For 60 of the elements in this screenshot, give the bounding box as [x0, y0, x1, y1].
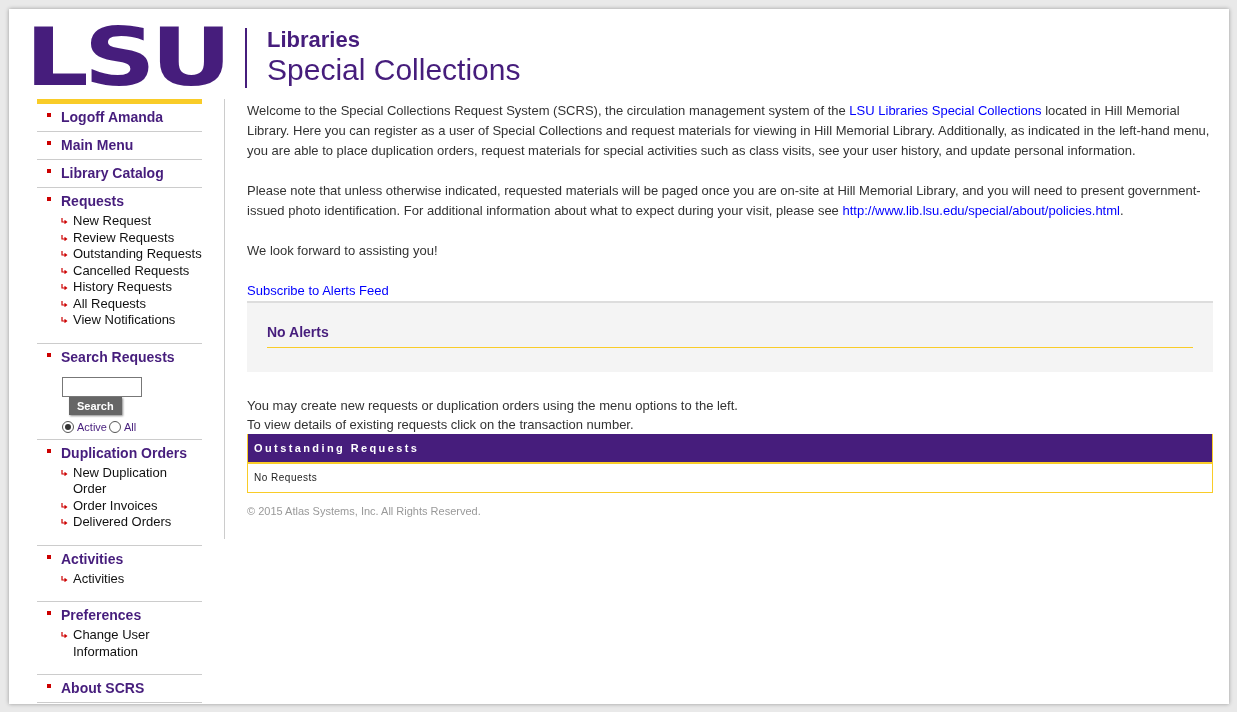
menu-heading[interactable]: Main Menu — [61, 137, 134, 153]
menu-item[interactable]: All Requests — [73, 295, 146, 312]
table-cell-text: No Requests — [253, 471, 319, 485]
menu-item[interactable]: Outstanding Requests — [73, 246, 202, 263]
alerts-heading: No Alerts — [267, 323, 1193, 348]
paragraph: Welcome to the Special Collections Request System (SCRS), the circulation management system of the LSU Libraries Special Collections located in Hill Memorial Library. Here you can register as a user of Special Collections and request materials for viewing in Hill Memorial Library. Additionally, as indicated in the left-hand menu, you are able to place duplication orders, request materials for special activities such as class visits, see your user history, and update personal information. — [247, 102, 1211, 160]
info-text: You may create new requests or duplication orders using the menu options to the left. — [247, 397, 739, 415]
arrow-icon — [61, 317, 68, 324]
subscribe-link[interactable]: Subscribe to Alerts Feed — [247, 281, 389, 301]
menu-item[interactable]: Activities — [73, 570, 125, 587]
site-subtitle: Libraries — [267, 28, 361, 52]
bullet-icon — [47, 169, 51, 173]
menu-heading[interactable]: Duplication Orders — [61, 444, 188, 461]
bullet-icon — [47, 141, 51, 145]
menu-item[interactable]: Change User Information — [73, 627, 202, 660]
radio-label: All — [123, 420, 137, 433]
menu-heading[interactable]: Activities — [61, 550, 124, 567]
bullet-icon — [47, 448, 51, 453]
menu-item[interactable]: New Request — [73, 213, 152, 230]
paragraph: Please note that unless otherwise indicated, requested materials will be paged once you are on-site at Hill Memorial Library, and you will need to present government-issued photo identification. For additional information about what to expect during your visit, please see http://www.lib.lsu.edu/special/about/policies.html. — [247, 182, 1202, 220]
menu-item[interactable]: Order Invoices — [73, 497, 158, 514]
site-title: Special Collections — [267, 52, 521, 88]
menu-heading[interactable]: Logoff Amanda — [61, 109, 164, 125]
arrow-icon — [61, 502, 68, 510]
info-text: To view details of existing requests click on the transaction number. — [247, 416, 635, 434]
search-field[interactable] — [62, 376, 142, 397]
bullet-icon — [47, 197, 51, 201]
arrow-icon — [61, 300, 68, 308]
copyright-text: © 2015 Atlas Systems, Inc. All Rights Reserved. — [247, 504, 482, 519]
link[interactable]: LSU Libraries Special Collections — [849, 103, 1042, 118]
arrow-icon — [61, 218, 68, 225]
arrow-icon — [61, 632, 68, 639]
menu-item[interactable]: Delivered Orders — [73, 514, 172, 531]
bullet-icon — [47, 611, 51, 615]
menu-heading[interactable]: About SCRS — [61, 680, 145, 696]
arrow-icon — [61, 284, 68, 291]
bullet-icon — [47, 113, 51, 117]
logo: LSU — [25, 26, 228, 90]
menu-heading[interactable]: Preferences — [61, 607, 142, 623]
radio-label: Active — [77, 420, 107, 433]
arrow-icon — [61, 267, 68, 275]
table-header: Outstanding Requests — [248, 434, 1212, 464]
menu-item[interactable]: History Requests — [73, 279, 172, 296]
arrow-icon — [61, 469, 68, 477]
menu-item[interactable]: Review Requests — [73, 229, 175, 246]
link[interactable]: http://www.lib.lsu.edu/special/about/policies.html — [842, 203, 1120, 218]
menu-heading[interactable]: Search Requests — [61, 348, 175, 365]
arrow-icon — [61, 519, 68, 526]
menu-item[interactable]: New Duplication Order — [73, 464, 202, 498]
arrow-icon — [61, 234, 68, 242]
menu-heading[interactable]: Requests — [61, 193, 125, 209]
arrow-icon — [61, 251, 68, 258]
menu-item[interactable]: View Notifications — [73, 312, 176, 329]
arrow-icon — [61, 575, 68, 583]
bullet-icon — [47, 554, 51, 559]
bullet-icon — [47, 684, 51, 688]
menu-heading[interactable]: Library Catalog — [61, 165, 164, 181]
paragraph: We look forward to assisting you! — [247, 242, 439, 260]
menu-item[interactable]: Cancelled Requests — [73, 262, 190, 279]
bullet-icon — [47, 352, 51, 357]
